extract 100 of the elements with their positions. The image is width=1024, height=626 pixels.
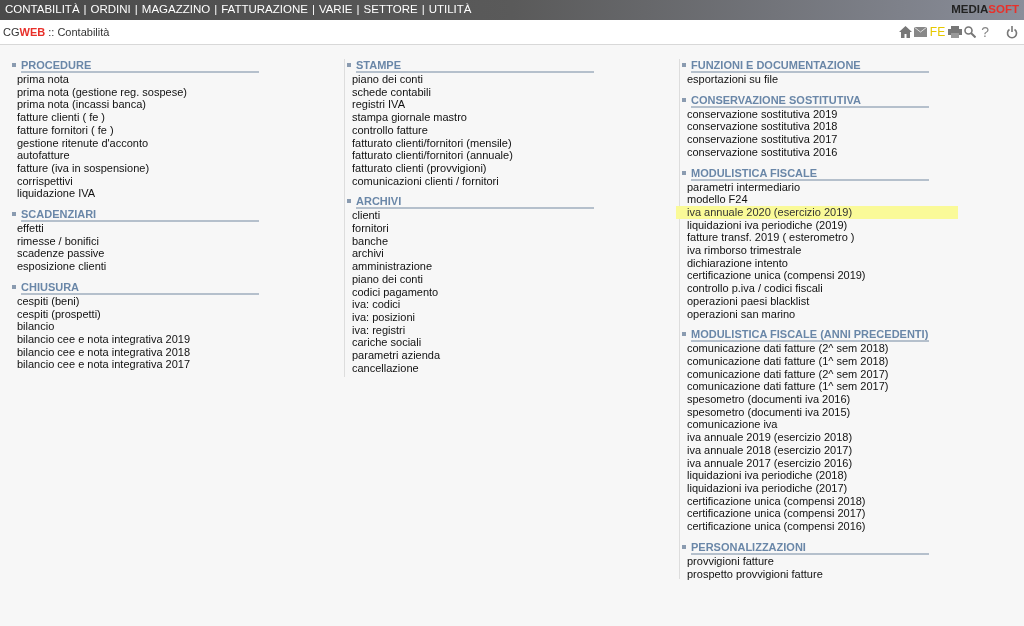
home-icon[interactable]	[898, 26, 912, 38]
menu-link[interactable]: piano dei conti	[341, 272, 623, 286]
menu-separator: |	[134, 2, 138, 18]
menu-link[interactable]: certificazione unica (compensi 2019)	[676, 269, 958, 283]
printer-icon[interactable]	[948, 26, 963, 38]
menu-link[interactable]: bilancio	[6, 320, 288, 333]
menu-link[interactable]: modello F24	[676, 193, 958, 206]
help-button[interactable]: ?	[978, 21, 992, 43]
menu-link[interactable]: iva annuale 2017 (esercizio 2016)	[676, 456, 958, 470]
menu-link[interactable]: liquidazioni iva periodiche (2018)	[676, 469, 958, 482]
menu-link[interactable]: prospetto provvigioni fatture	[676, 567, 958, 581]
bullet-icon	[682, 97, 686, 102]
menu-link[interactable]: iva annuale 2018 (esercizio 2017)	[676, 443, 958, 457]
menu-link[interactable]: cancellazione	[341, 361, 623, 375]
menu-link[interactable]: dichiarazione intento	[676, 256, 958, 270]
menu-link[interactable]: cariche sociali	[341, 336, 623, 350]
menu-link[interactable]: fornitori	[341, 222, 623, 235]
menu-link[interactable]: clienti	[341, 209, 623, 223]
menu-link[interactable]: iva annuale 2019 (esercizio 2018)	[676, 431, 958, 444]
menu-link[interactable]: schede contabili	[341, 85, 623, 99]
menu-link[interactable]: liquidazioni iva periodiche (2019)	[676, 218, 958, 232]
menu-item[interactable]: ORDINI	[90, 1, 131, 19]
menu-link[interactable]: gestione ritenute d'acconto	[6, 136, 288, 150]
menu-item[interactable]: VARIE	[318, 1, 353, 19]
bullet-icon	[12, 284, 16, 289]
menu-link[interactable]: operazioni san marino	[676, 307, 958, 321]
menu-link[interactable]: conservazione sostitutiva 2016	[676, 145, 958, 159]
menu-link[interactable]: comunicazione iva	[676, 418, 958, 432]
section-heading: SCADENZIARI	[21, 208, 259, 223]
menu-link[interactable]: bilancio cee e nota integrativa 2017	[6, 358, 288, 372]
menu-link[interactable]: corrispettivi	[6, 174, 288, 188]
menu-link[interactable]: codici pagamento	[341, 285, 623, 299]
bullet-icon	[12, 63, 16, 67]
bullet-icon	[682, 544, 686, 549]
menu-link[interactable]: prima nota	[6, 73, 288, 86]
menu-item[interactable]: CONTABILITÀ	[5, 1, 80, 19]
menu-link[interactable]: bilancio cee e nota integrativa 2018	[6, 345, 288, 359]
menu-link[interactable]: comunicazioni clienti / fornitori	[341, 174, 623, 188]
menu-link[interactable]: certificazione unica (compensi 2016)	[676, 520, 958, 533]
menu-link[interactable]: amministrazione	[341, 260, 623, 273]
search-icon[interactable]	[964, 26, 977, 38]
section-heading: MODULISTICA FISCALE	[691, 166, 929, 181]
menu-link[interactable]: operazioni paesi blacklist	[676, 294, 958, 308]
menu-link[interactable]: effetti	[6, 222, 288, 235]
section-heading: PERSONALIZZAZIONI	[691, 540, 929, 555]
menu-link[interactable]: iva: codici	[341, 298, 623, 311]
menu-link[interactable]: rimesse / bonifici	[6, 234, 288, 248]
menu-link[interactable]: comunicazione dati fatture (2^ sem 2018)	[676, 342, 958, 355]
menu-link[interactable]: iva: registri	[341, 323, 623, 337]
menu-link[interactable]: parametri intermediario	[676, 180, 958, 194]
menu-link[interactable]: cespiti (prospetti)	[6, 307, 288, 321]
bullet-icon	[682, 63, 686, 67]
menu-link[interactable]: stampa giornale mastro	[341, 111, 623, 124]
menu-item[interactable]: SETTORE	[363, 1, 418, 19]
menu-link[interactable]: certificazione unica (compensi 2017)	[676, 507, 958, 521]
menu-link[interactable]: liquidazioni iva periodiche (2017)	[676, 482, 958, 495]
menu-link[interactable]: bilancio cee e nota integrativa 2019	[6, 332, 288, 346]
menu-link[interactable]: controllo fatture	[341, 123, 623, 137]
menu-link[interactable]: comunicazione dati fatture (1^ sem 2017)	[676, 380, 958, 394]
menu-item[interactable]: UTILITÀ	[428, 1, 472, 19]
menu-link[interactable]: fatturato clienti/fornitori (annuale)	[341, 149, 623, 162]
menu-link[interactable]: conservazione sostitutiva 2018	[676, 120, 958, 134]
menu-link[interactable]: parametri azienda	[341, 349, 623, 362]
menu-item[interactable]: MAGAZZINO	[141, 1, 211, 19]
menu-link[interactable]: scadenze passive	[6, 247, 288, 261]
menu-link[interactable]: registri IVA	[341, 98, 623, 112]
menu-link[interactable]: piano dei conti	[341, 73, 623, 86]
section-heading: CONSERVAZIONE SOSTITUTIVA	[691, 93, 929, 108]
menu-link[interactable]: prima nota (gestione reg. sospese)	[6, 85, 288, 99]
menu-link[interactable]: esposizione clienti	[6, 260, 288, 273]
menu-link[interactable]: fatture (iva in sospensione)	[6, 161, 288, 175]
menu-link[interactable]: fatture clienti ( fe )	[6, 111, 288, 124]
menu-link[interactable]: conservazione sostitutiva 2017	[676, 133, 958, 146]
menu-link[interactable]: provvigioni fatture	[676, 554, 958, 568]
page-title: CGWEB :: Contabilità	[3, 24, 110, 40]
menu-link[interactable]: banche	[341, 234, 623, 248]
menu-link[interactable]: comunicazione dati fatture (1^ sem 2018)	[676, 354, 958, 368]
menu-link[interactable]: fatturato clienti (provvigioni)	[341, 161, 623, 175]
menu-link[interactable]: cespiti (beni)	[6, 294, 288, 308]
bullet-icon	[347, 199, 351, 204]
menu-link[interactable]: esportazioni su file	[676, 73, 958, 86]
menu-link[interactable]: iva rimborso trimestrale	[676, 244, 958, 257]
menu-link[interactable]: iva: posizioni	[341, 310, 623, 324]
power-icon[interactable]	[1006, 25, 1018, 39]
menu-link[interactable]: fatture fornitori ( fe )	[6, 123, 288, 137]
menu-link[interactable]: fatture transf. 2019 ( esterometro )	[676, 231, 958, 245]
menu-link[interactable]: autofatture	[6, 149, 288, 162]
mail-icon[interactable]	[913, 27, 927, 37]
menu-link[interactable]: conservazione sostitutiva 2019	[676, 107, 958, 121]
menu-link[interactable]: controllo p.iva / codici fiscali	[676, 282, 958, 295]
menu-link[interactable]: comunicazione dati fatture (2^ sem 2017)	[676, 367, 958, 381]
menu-link[interactable]: prima nota (incassi banca)	[6, 98, 288, 112]
menu-link[interactable]: iva annuale 2020 (esercizio 2019)	[676, 205, 958, 219]
menu-link[interactable]: archivi	[341, 247, 623, 261]
menu-link[interactable]: spesometro (documenti iva 2016)	[676, 393, 958, 406]
menu-link[interactable]: liquidazione IVA	[6, 187, 288, 201]
menu-item[interactable]: FATTURAZIONE	[221, 1, 308, 19]
menu-link[interactable]: certificazione unica (compensi 2018)	[676, 494, 958, 508]
menu-link[interactable]: fatturato clienti/fornitori (mensile)	[341, 136, 623, 150]
menu-link[interactable]: spesometro (documenti iva 2015)	[676, 405, 958, 419]
